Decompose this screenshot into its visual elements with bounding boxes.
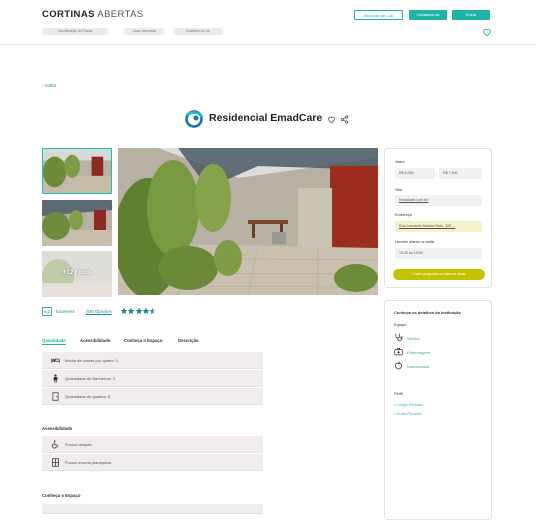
gallery-more-photos[interactable]: +12 Fotos xyxy=(42,251,112,297)
profile-item: • Longo Período xyxy=(394,402,423,407)
details-card: Conheça os detalhes da instituição Equip… xyxy=(384,300,492,520)
reviews-link[interactable]: (58) Opiniões xyxy=(86,309,112,314)
contact-visit-button[interactable]: Fazer pergunta ou Marcar visita xyxy=(393,269,485,280)
gallery-thumbnail[interactable] xyxy=(42,200,112,246)
site-label: Site: xyxy=(395,187,404,192)
section-title-acessibilidade: Acessibilidade xyxy=(42,426,73,431)
site-link[interactable]: Emadcare.com.br/ xyxy=(395,195,482,206)
wheelchair-icon xyxy=(51,440,59,449)
team-item: Médico xyxy=(407,336,420,341)
value-min-field: R$ 5,000 xyxy=(395,168,435,179)
list-item: Possui rampas xyxy=(42,436,263,453)
listing-name: Residencial EmadCare xyxy=(209,112,323,124)
filter-pill[interactable]: Casa Informada xyxy=(123,28,165,35)
emadcare-logo-icon xyxy=(185,110,204,128)
patio-photo xyxy=(42,200,112,246)
rating-label: Excelente xyxy=(56,309,75,314)
bed-icon xyxy=(51,358,60,363)
value-separator: - xyxy=(436,171,438,176)
team-item: Enfermagem xyxy=(407,350,430,355)
listing-title-bar: Residencial EmadCare xyxy=(184,108,356,128)
door-icon xyxy=(52,392,59,401)
list-item: Média de camas por quarto: 1 xyxy=(42,352,263,369)
tab-acessibilidade[interactable]: Acessibilidade xyxy=(80,338,110,343)
favorites-heart-icon[interactable] xyxy=(482,27,492,37)
star-icon xyxy=(149,307,157,315)
share-icon[interactable] xyxy=(340,115,349,124)
address-label: Endereço xyxy=(395,212,413,217)
star-rating xyxy=(120,307,157,315)
profile-label: Perfil xyxy=(394,391,404,396)
stethoscope-icon xyxy=(395,333,403,342)
tab-quantidade[interactable]: Quantidade xyxy=(42,338,66,345)
main-photo[interactable] xyxy=(118,148,378,295)
filter-pill[interactable]: Identificação do Passar xyxy=(42,28,109,35)
tab-descricao[interactable]: Descrição xyxy=(178,338,199,343)
team-item: Nutricionista xyxy=(407,364,430,369)
value-label: Valor: xyxy=(395,159,406,164)
site-logo[interactable]: CORTINAS ABERTAS xyxy=(42,9,144,20)
details-title: Conheça os detalhes da instituição xyxy=(394,310,461,315)
patio-photo xyxy=(43,149,111,193)
value-max-field: R$ 7,500 xyxy=(439,168,482,179)
top-header: CORTINAS ABERTAS Anunciar seu Lar Cadast… xyxy=(0,0,536,45)
team-label: Equipe xyxy=(394,322,407,327)
list-item xyxy=(42,504,263,514)
list-item: Possui moveis planejados xyxy=(42,454,263,471)
gallery-thumbnail[interactable] xyxy=(42,148,112,194)
medical-kit-icon xyxy=(394,348,403,356)
patio-photo xyxy=(118,148,378,295)
hours-label: Horário aberto a visita xyxy=(395,239,435,244)
list-item: Quantidade de quartos: 5 xyxy=(42,388,263,405)
address-link[interactable]: Rua Leonardo Martins Neto, 325 ... xyxy=(395,221,482,232)
pricing-card: Valor: R$ 5,000 - R$ 7,500 Site: Emadcar… xyxy=(384,148,492,288)
rating-score: 9,2 xyxy=(42,307,52,316)
register-button[interactable]: Cadastrar-se xyxy=(409,10,447,20)
filter-pill[interactable]: Ocasiões do Lar xyxy=(173,28,223,35)
login-button[interactable]: Entrar xyxy=(452,10,490,20)
tab-conheca-espaco[interactable]: Conheça o Espaço xyxy=(124,338,162,343)
back-link[interactable]: ‹ Voltar xyxy=(42,83,56,88)
apple-icon xyxy=(395,361,402,370)
more-photos-label: +12 Fotos xyxy=(62,270,92,276)
favorite-heart-icon[interactable] xyxy=(327,115,336,124)
hours-value: 13:30 às 19:00 xyxy=(395,248,482,259)
announce-button[interactable]: Anunciar seu Lar xyxy=(354,10,403,20)
profile-item: • Curto Período xyxy=(394,411,422,416)
section-title-espaco: Conheça o Espaço xyxy=(42,493,81,498)
person-icon xyxy=(53,374,58,383)
furniture-icon xyxy=(52,458,59,467)
list-item: Quantidade de Banheiros: 3 xyxy=(42,370,263,387)
